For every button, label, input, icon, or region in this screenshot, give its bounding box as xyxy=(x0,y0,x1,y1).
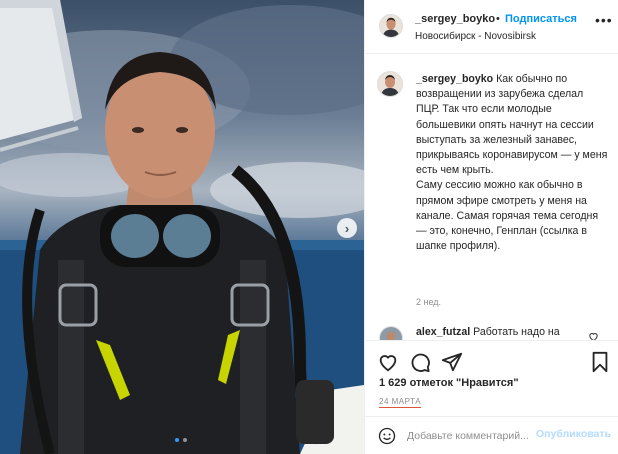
likes-count[interactable]: 1 629 отметок "Нравится" xyxy=(379,377,519,389)
bookmark-icon[interactable] xyxy=(589,351,611,373)
post-photo[interactable]: › xyxy=(0,0,364,454)
caption-username[interactable]: _sergey_boyko xyxy=(416,73,493,85)
caption-avatar[interactable] xyxy=(377,71,403,97)
follow-button[interactable]: Подписаться xyxy=(505,13,577,25)
comment-username[interactable]: alex_futzal xyxy=(416,326,470,338)
post-date[interactable]: 24 МАРТА xyxy=(379,397,422,408)
caption-text: Как обычно по возвращении из зарубежа сд… xyxy=(416,73,608,177)
post-header: _sergey_boyko • Подписаться Новосибирск … xyxy=(365,0,618,54)
share-icon[interactable] xyxy=(441,351,463,373)
post-actions xyxy=(365,340,618,380)
post-location[interactable]: Новосибирск - Novosibirsk xyxy=(415,31,536,42)
author-username[interactable]: _sergey_boyko xyxy=(415,13,495,25)
author-avatar[interactable] xyxy=(379,14,403,38)
comment-icon[interactable] xyxy=(409,351,431,373)
chevron-right-icon: › xyxy=(344,220,350,236)
caption-text-2: Саму сессию можно как обычно в прямом эф… xyxy=(416,179,599,253)
post-sidebar: _sergey_boyko • Подписаться Новосибирск … xyxy=(364,0,618,454)
carousel-dot xyxy=(183,438,187,442)
carousel-next-button[interactable]: › xyxy=(337,218,357,238)
comment-item: alex_futzal Работать надо на город а не … xyxy=(416,325,586,340)
caption-timestamp[interactable]: 2 нед. xyxy=(416,297,441,307)
comment-input[interactable] xyxy=(407,426,535,446)
publish-button[interactable]: Опубликовать xyxy=(536,428,611,440)
comment-avatar[interactable] xyxy=(379,326,403,340)
post-caption: _sergey_boyko Как обычно по возвращении … xyxy=(416,72,608,254)
emoji-icon[interactable] xyxy=(378,427,396,445)
header-separator: • xyxy=(496,13,500,25)
add-comment-bar: Опубликовать xyxy=(365,416,618,454)
comment-like-heart-icon[interactable] xyxy=(588,331,599,340)
heart-icon[interactable] xyxy=(377,351,399,373)
carousel-indicator xyxy=(175,438,187,442)
carousel-dot-active xyxy=(175,438,179,442)
more-horizontal-icon[interactable]: ••• xyxy=(595,12,613,28)
comments-section[interactable]: _sergey_boyko Как обычно по возвращении … xyxy=(365,55,618,340)
post-photo-image xyxy=(0,0,364,454)
